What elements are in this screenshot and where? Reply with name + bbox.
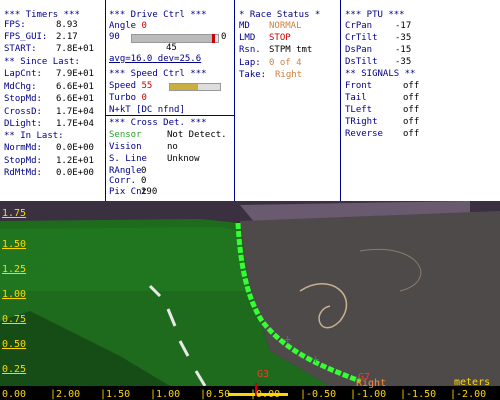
speed-header: *** Speed Ctrl ***: [109, 69, 207, 79]
ptu-row: CrTilt -35: [345, 33, 412, 43]
svg-text:+: +: [312, 352, 319, 366]
units-label: meters: [454, 377, 491, 388]
y-tick: 0.25: [2, 364, 27, 375]
cross-header: *** Cross Det. ***: [109, 118, 207, 128]
avg-dev-row: avg=16.0 dev=25.6: [109, 54, 202, 64]
angle-bar-row: 90 0: [109, 32, 227, 43]
since-row: DLight: 1.7E+04: [4, 119, 94, 129]
y-tick: 0.75: [2, 314, 27, 325]
divider: [106, 115, 234, 116]
race-row: LMD STOP: [239, 33, 291, 43]
since-header: ** Since Last:: [4, 57, 80, 67]
in-last-row: StopMd: 1.2E+01: [4, 156, 94, 166]
cross-row: S. Line Unknow: [109, 154, 200, 164]
signal-row: TRight off: [345, 117, 420, 127]
marker-g3: G3: [257, 369, 270, 380]
speed-bar: [169, 83, 221, 91]
cross-row: RAngle 0: [109, 166, 147, 176]
signal-row: Reverse off: [345, 129, 420, 139]
signals-header: ** SIGNALS **: [345, 69, 416, 79]
turbo-row: Turbo 0: [109, 93, 147, 103]
x-tick: |-1.50: [400, 389, 437, 400]
cross-row: Vision no: [109, 142, 178, 152]
timer-row: FPS: 8.93: [4, 20, 78, 30]
x-tick: |-2.00: [450, 389, 487, 400]
svg-text:+: +: [284, 332, 291, 346]
race-panel: * Race Status * MD NORMAL LMD STOP Rsn. STP…: [235, 0, 340, 201]
signal-row: TLeft off: [345, 105, 420, 115]
in-last-header: ** In Last:: [4, 131, 64, 141]
since-row: CrossD: 1.7E+04: [4, 107, 94, 117]
y-tick: 0.50: [2, 339, 27, 350]
timers-header: *** Timers ***: [4, 10, 80, 20]
angle-bar: [131, 34, 219, 43]
x-tick: |2.00: [50, 389, 81, 400]
ptu-row: CrPan -17: [345, 21, 412, 31]
cross-row: Sensor Not Detect.: [109, 130, 227, 140]
timers-panel: *** Timers *** FPS: 8.93 FPS_GUI: 2.17 STA…: [0, 0, 105, 201]
race-header: * Race Status *: [239, 10, 321, 20]
camera-scene: + +: [0, 201, 500, 400]
timer-row: START: 7.8E+01: [4, 44, 94, 54]
race-row: Take: Right: [239, 70, 303, 80]
x-tick: |-0.50: [300, 389, 337, 400]
signal-row: Front off: [345, 81, 420, 91]
x-tick: |1.50: [100, 389, 131, 400]
nkt-status: N+kT [DC nfnd]: [109, 105, 185, 115]
y-tick: 1.50: [2, 239, 27, 250]
ptu-row: DsPan -15: [345, 45, 412, 55]
race-row: MD NORMAL: [239, 21, 302, 31]
x-tick: |0.00: [250, 389, 281, 400]
in-last-row: RdMtMd: 0.0E+00: [4, 168, 94, 178]
ptu-header: *** PTU ***: [345, 10, 405, 20]
camera-view[interactable]: + + 1.75 1.50 1.25 1.00 0.75 0.50 0.25 0…: [0, 201, 500, 400]
ptu-panel: *** PTU *** CrPan -17 CrTilt -35 DsPan -15 …: [341, 0, 500, 201]
since-row: StopMd: 6.6E+01: [4, 94, 94, 104]
marker-right: Right: [356, 378, 387, 389]
since-row: MdChg: 6.6E+01: [4, 82, 94, 92]
angle-center-value: 45: [166, 43, 177, 53]
angle-row: Angle 0: [109, 21, 147, 31]
cross-row: Corr. 0: [109, 176, 147, 186]
signal-row: Tail off: [345, 93, 420, 103]
cross-row: Pix Cnt 290: [109, 187, 158, 197]
since-row: LapCnt: 7.9E+01: [4, 69, 94, 79]
timer-row: FPS_GUI: 2.17: [4, 32, 78, 42]
drive-panel: *** Drive Ctrl *** Angle 0 90 0 45 avg=1…: [106, 0, 234, 201]
x-tick: 0.00: [2, 389, 27, 400]
x-tick: |-1.00: [350, 389, 387, 400]
y-tick: 1.75: [2, 208, 27, 219]
speed-row: Speed 55: [109, 81, 234, 91]
race-row: Rsn. STPM tmt: [239, 45, 313, 55]
x-tick: |1.00: [150, 389, 181, 400]
drive-header: *** Drive Ctrl ***: [109, 10, 207, 20]
x-tick: |0.50: [200, 389, 231, 400]
y-tick: 1.25: [2, 264, 27, 275]
y-tick: 1.00: [2, 289, 27, 300]
race-row: Lap: 0 of 4: [239, 58, 302, 68]
in-last-row: NormMd: 0.0E+00: [4, 143, 94, 153]
ptu-row: DsTilt -35: [345, 57, 412, 67]
